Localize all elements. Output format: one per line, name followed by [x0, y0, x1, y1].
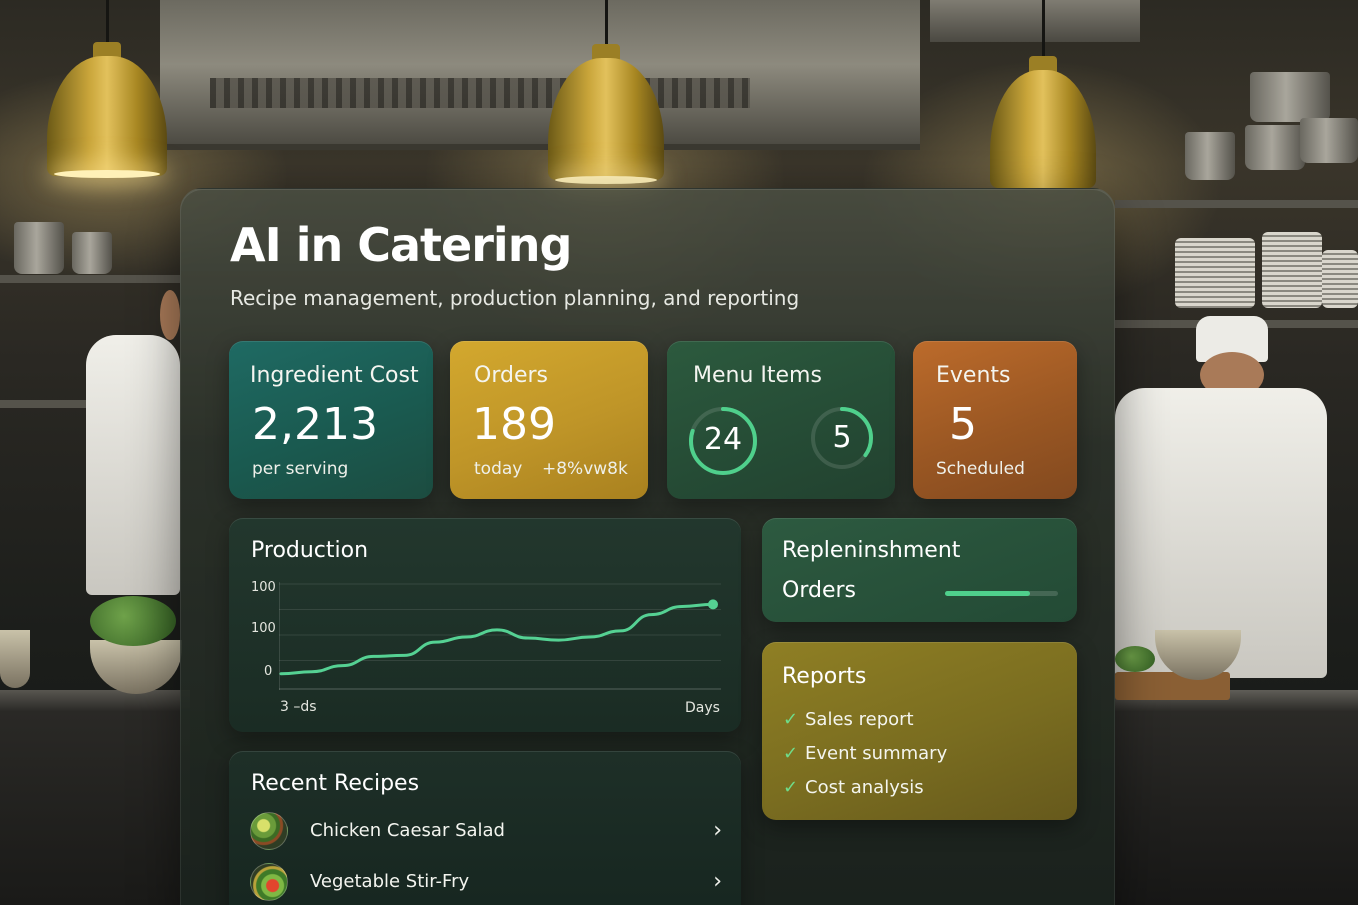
card-value: 5	[949, 399, 977, 450]
plate-stack	[1175, 238, 1255, 308]
page-title: AI in Catering	[230, 218, 572, 272]
report-item-event-summary[interactable]: ✓ Event summary	[783, 743, 947, 764]
chevron-right-icon[interactable]: ›	[713, 869, 722, 894]
replenishment-title: Repleninshment	[782, 538, 961, 563]
production-card: Production 100 100 0 3 –ds Days	[229, 518, 741, 732]
ring-value: 24	[703, 422, 743, 457]
stock-pot	[1300, 118, 1358, 163]
card-sub: Scheduled	[936, 459, 1025, 479]
stock-pot	[1185, 132, 1235, 180]
events-card[interactable]: Events 5 Scheduled	[913, 341, 1077, 499]
production-series-line	[279, 602, 715, 676]
report-item-label: Event summary	[805, 743, 948, 764]
orders-delta: +8%vw8k	[542, 459, 628, 479]
report-item-label: Sales report	[805, 709, 914, 730]
menu-items-ring-primary: 24	[687, 405, 759, 477]
metal-bowl	[0, 630, 30, 688]
food-thumbnail	[250, 812, 288, 850]
ingredient-cost-card[interactable]: Ingredient Cost 2,213 per serving	[229, 341, 433, 499]
report-item-sales[interactable]: ✓ Sales report	[783, 709, 914, 730]
card-label: Events	[936, 363, 1011, 388]
plate-stack	[1322, 250, 1358, 308]
herbs	[1115, 646, 1155, 672]
card-value: 2,213	[252, 399, 378, 450]
shelf	[1115, 200, 1358, 208]
food-thumbnail	[250, 863, 288, 901]
x-axis-label: Days	[685, 700, 720, 716]
herbs	[90, 596, 176, 646]
stock-pot	[1245, 125, 1305, 170]
report-item-cost-analysis[interactable]: ✓ Cost analysis	[783, 777, 924, 798]
replenishment-progress-bar	[945, 591, 1058, 596]
recent-recipes-title: Recent Recipes	[251, 771, 420, 796]
hood-vent	[210, 78, 750, 108]
x-start-label: 3 –ds	[280, 699, 317, 715]
production-line-chart	[279, 582, 721, 690]
counter	[0, 690, 190, 905]
production-end-point	[708, 599, 718, 610]
plate-stack	[1262, 232, 1322, 308]
stock-pot	[72, 232, 112, 274]
card-label: Ingredient Cost	[250, 363, 419, 388]
y-tick-label: 100	[251, 580, 276, 595]
recipe-name: Chicken Caesar Salad	[310, 820, 505, 841]
stock-pot	[1250, 72, 1330, 122]
menu-items-ring-secondary: 5	[809, 405, 875, 471]
card-label: Menu Items	[693, 363, 822, 388]
recipe-row-vegetable-stir-fry[interactable]: Vegetable Stir-Fry ›	[250, 863, 728, 903]
pendant-lamp	[548, 0, 664, 188]
page-subtitle: Recipe management, production planning, …	[230, 286, 800, 310]
metal-bowl	[90, 640, 182, 694]
y-tick-label: 0	[264, 664, 273, 679]
y-tick-label: 100	[251, 621, 276, 636]
card-sub: per serving	[252, 459, 349, 479]
range-hood	[160, 0, 920, 150]
report-item-label: Cost analysis	[805, 777, 924, 798]
check-icon: ✓	[783, 743, 799, 764]
replenishment-card[interactable]: Repleninshment Orders	[762, 518, 1077, 622]
recipe-row-chicken-caesar-salad[interactable]: Chicken Caesar Salad ›	[250, 812, 728, 852]
counter	[1115, 690, 1358, 905]
stock-pot	[14, 222, 64, 274]
replenishment-sub: Orders	[782, 578, 856, 603]
menu-items-card[interactable]: Menu Items 24 5	[667, 341, 895, 499]
check-icon: ✓	[783, 709, 799, 730]
check-icon: ✓	[783, 777, 799, 798]
recipe-name: Vegetable Stir-Fry	[310, 871, 470, 892]
card-sub: today	[474, 459, 523, 479]
pendant-lamp	[47, 0, 167, 185]
card-value: 189	[472, 399, 556, 450]
replenishment-progress-fill	[945, 591, 1030, 596]
orders-card[interactable]: Orders 189 today +8%vw8k	[450, 341, 648, 499]
chevron-right-icon[interactable]: ›	[713, 818, 722, 843]
production-title: Production	[251, 538, 369, 563]
card-label: Orders	[474, 363, 548, 388]
shelf	[0, 275, 180, 283]
pendant-lamp	[990, 0, 1096, 190]
ring-value: 5	[832, 420, 852, 455]
reports-title: Reports	[782, 664, 867, 689]
